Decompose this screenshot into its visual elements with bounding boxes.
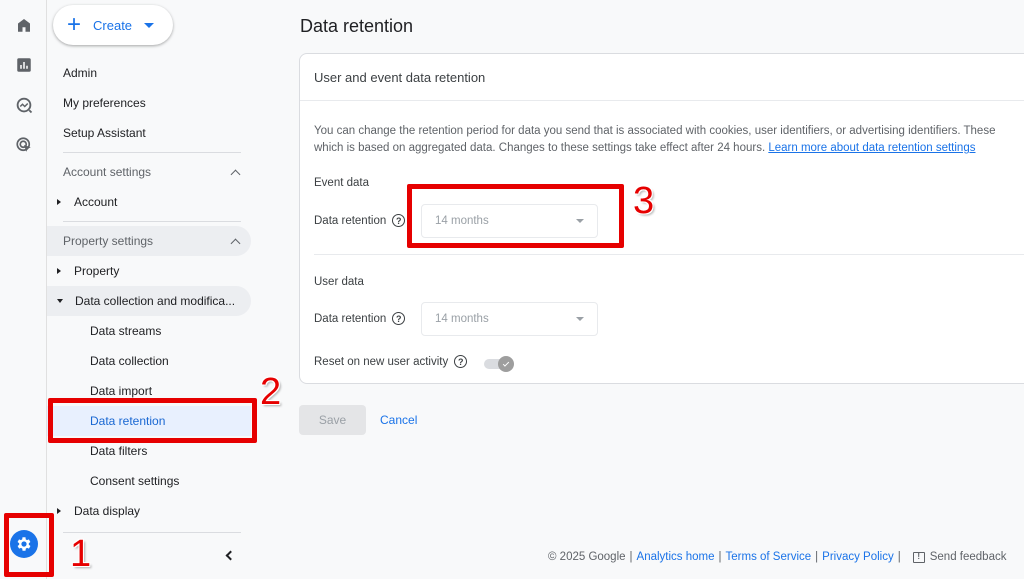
analytics-home-link[interactable]: Analytics home: [637, 551, 715, 563]
admin-sidebar: + Create Admin My preferences Setup Assi…: [47, 0, 257, 579]
event-data-heading: Event data: [314, 177, 369, 189]
reset-label-text: Reset on new user activity: [314, 355, 449, 368]
send-feedback-link[interactable]: Send feedback: [930, 551, 1007, 563]
data-collection-label: Data collection and modifica...: [75, 294, 236, 308]
reports-icon[interactable]: [14, 55, 34, 75]
plus-icon: +: [67, 11, 82, 38]
cancel-button[interactable]: Cancel: [380, 405, 417, 435]
sidebar-item-consent-settings[interactable]: Consent settings: [47, 466, 251, 496]
annotation-label-2: 2: [260, 371, 282, 413]
advertising-icon[interactable]: [14, 135, 34, 155]
sidebar-item-property[interactable]: Property: [47, 256, 251, 286]
help-icon[interactable]: ?: [392, 312, 406, 325]
sidebar-item-account[interactable]: Account: [47, 187, 251, 217]
user-retention-value: 14 months: [435, 313, 489, 325]
help-icon[interactable]: ?: [392, 214, 406, 227]
user-retention-label-text: Data retention: [314, 312, 387, 325]
account-settings-label: Account settings: [63, 165, 152, 179]
chevron-up-icon: [230, 169, 241, 179]
divider: [63, 152, 241, 153]
home-icon[interactable]: [14, 15, 34, 35]
copyright: © 2025 Google: [548, 551, 626, 563]
sidebar-item-data-collection[interactable]: Data collection: [47, 346, 251, 376]
reset-on-activity-toggle[interactable]: [484, 356, 514, 372]
description: You can change the retention period for …: [314, 123, 1024, 157]
sidebar-item-data-collection-and-modification[interactable]: Data collection and modifica...: [47, 286, 251, 316]
sidebar-item-my-preferences[interactable]: My preferences: [47, 88, 251, 118]
left-rail: [0, 0, 47, 579]
collapse-sidebar-button[interactable]: [221, 545, 237, 565]
create-button[interactable]: + Create: [53, 5, 173, 45]
property-settings-label: Property settings: [63, 234, 154, 248]
card-divider: [314, 254, 1024, 255]
footer: © 2025 Google | Analytics home | Terms o…: [548, 551, 1007, 563]
annotation-box-1: [4, 513, 54, 577]
learn-more-link[interactable]: Learn more about data retention settings: [768, 142, 975, 154]
explore-icon[interactable]: [14, 95, 34, 115]
caret-down-icon: [576, 317, 584, 321]
annotation-box-3: [407, 184, 624, 248]
user-data-heading: User data: [314, 276, 364, 288]
property-label: Property: [74, 264, 120, 278]
data-display-label: Data display: [74, 504, 141, 518]
sidebar-item-data-streams[interactable]: Data streams: [47, 316, 251, 346]
card-title: User and event data retention: [300, 54, 1024, 101]
divider: [63, 221, 241, 222]
sidebar-item-data-display[interactable]: Data display: [47, 496, 251, 526]
reset-on-activity-label: Reset on new user activity ?: [314, 355, 468, 368]
toggle-thumb: [498, 356, 514, 372]
description-line-1: You can change the retention period for …: [314, 125, 996, 137]
event-retention-label-text: Data retention: [314, 214, 387, 227]
annotation-label-3: 3: [633, 180, 655, 222]
privacy-policy-link[interactable]: Privacy Policy: [822, 551, 894, 563]
chevron-up-icon: [230, 238, 241, 248]
expand-right-icon: [57, 268, 61, 274]
expand-right-icon: [57, 508, 61, 514]
account-settings-section[interactable]: Account settings: [47, 157, 251, 187]
event-retention-label: Data retention ?: [314, 214, 406, 227]
account-label: Account: [74, 195, 118, 209]
chevron-left-icon: [225, 550, 236, 560]
annotation-label-1: 1: [70, 533, 92, 575]
help-icon[interactable]: ?: [454, 355, 468, 368]
feedback-icon: !: [912, 551, 925, 563]
property-settings-section[interactable]: Property settings: [47, 226, 251, 256]
page-title: Data retention: [300, 16, 414, 36]
create-label: Create: [93, 17, 133, 33]
caret-down-icon: [144, 22, 155, 28]
expand-right-icon: [57, 199, 61, 205]
sidebar-item-admin[interactable]: Admin: [47, 58, 251, 88]
expand-down-icon: [57, 299, 63, 303]
sidebar-item-setup-assistant[interactable]: Setup Assistant: [47, 118, 251, 148]
check-icon: [502, 359, 510, 367]
user-retention-label: Data retention ?: [314, 312, 406, 325]
annotation-box-2: [48, 398, 257, 443]
terms-of-service-link[interactable]: Terms of Service: [726, 551, 812, 563]
save-button[interactable]: Save: [299, 405, 366, 435]
description-line-2: which is based on aggregated data. Chang…: [314, 142, 766, 154]
user-retention-select[interactable]: 14 months: [421, 302, 598, 336]
